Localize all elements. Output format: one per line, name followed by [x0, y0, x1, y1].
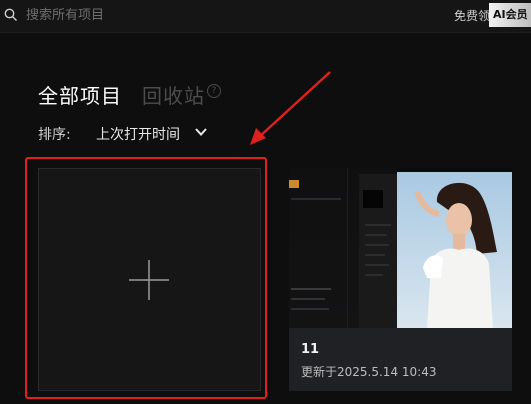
chevron-down-icon[interactable]: [194, 126, 208, 138]
top-search-bar: 搜索所有项目 免费领 AI会员: [0, 0, 531, 33]
project-card[interactable]: 11 更新于2025.5.14 10:43: [289, 168, 512, 391]
free-ai-membership-link[interactable]: 免费领: [454, 6, 490, 26]
sort-dropdown[interactable]: 上次打开时间: [96, 124, 180, 144]
sort-label: 排序:: [38, 127, 71, 143]
help-icon[interactable]: ?: [207, 84, 221, 98]
project-thumbnail: [289, 168, 512, 328]
project-updated-time: 更新于2025.5.14 10:43: [301, 365, 437, 379]
project-name: 11: [301, 342, 320, 357]
portrait-photo: [397, 172, 512, 328]
search-icon[interactable]: [4, 8, 18, 22]
plus-icon[interactable]: [128, 259, 170, 301]
tab-recycle-bin[interactable]: 回收站: [142, 80, 205, 109]
thumbnail-side-panel: [359, 174, 397, 328]
search-input[interactable]: 搜索所有项目: [26, 6, 326, 26]
ai-membership-badge[interactable]: AI会员: [489, 3, 531, 27]
tab-all-projects[interactable]: 全部项目: [38, 80, 122, 109]
